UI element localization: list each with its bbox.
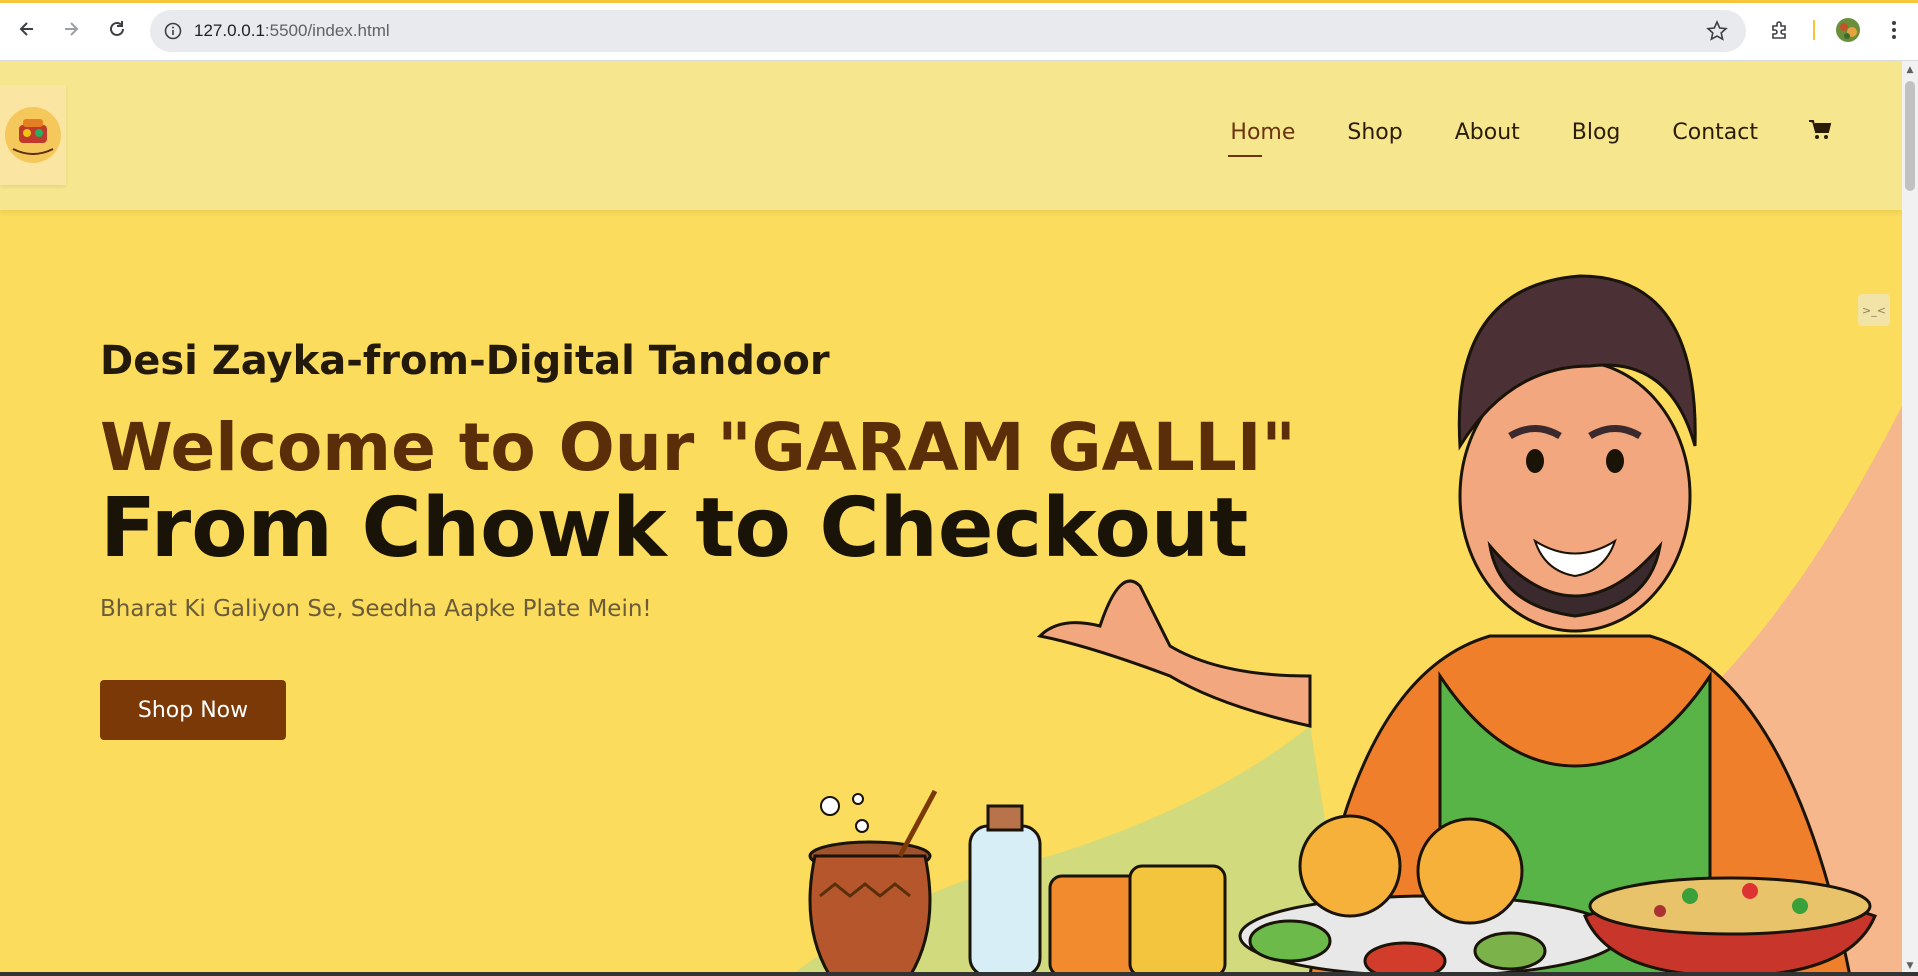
page-scrollbar[interactable]: ▲ ▼: [1902, 61, 1918, 976]
avatar[interactable]: [1832, 14, 1864, 46]
divider: [1811, 14, 1817, 46]
nav-home[interactable]: Home: [1228, 120, 1295, 157]
cart-icon[interactable]: [1808, 119, 1832, 145]
nav-blog[interactable]: Blog: [1572, 120, 1621, 145]
url-path: :5500/index.html: [264, 21, 390, 40]
arrow-right-icon[interactable]: [56, 14, 86, 44]
site-header: Home Shop About Blog Contact: [0, 61, 1902, 210]
star-icon[interactable]: [1706, 20, 1728, 46]
scroll-thumb[interactable]: [1905, 81, 1915, 191]
tab-strip-edge: [0, 0, 1918, 3]
hero-headline: From Chowk to Checkout: [100, 481, 1249, 576]
main-nav: Home Shop About Blog Contact: [1178, 119, 1832, 157]
arrow-left-icon[interactable]: [12, 14, 42, 44]
site-logo[interactable]: [0, 85, 66, 185]
nav-about[interactable]: About: [1455, 120, 1520, 145]
floating-widget[interactable]: >_<: [1858, 294, 1890, 326]
scroll-down-icon[interactable]: ▼: [1905, 961, 1915, 971]
scroll-up-icon[interactable]: ▲: [1905, 65, 1915, 75]
url-host: 127.0.0.1: [194, 21, 265, 40]
kebab-menu-icon[interactable]: [1880, 14, 1908, 46]
nav-shop[interactable]: Shop: [1347, 120, 1402, 145]
hero-welcome: Welcome to Our "GARAM GALLI": [100, 409, 1296, 486]
nav-contact[interactable]: Contact: [1672, 120, 1758, 145]
page-viewport: Home Shop About Blog Contact Desi Zayka-…: [0, 61, 1902, 976]
hero-subtitle: Desi Zayka-from-Digital Tandoor: [100, 338, 830, 384]
hero-illustration: [790, 274, 1902, 976]
reload-icon[interactable]: [102, 14, 132, 44]
bottom-edge: [0, 972, 1918, 976]
url-text: 127.0.0.1:5500/index.html: [194, 21, 390, 41]
browser-toolbar: 127.0.0.1:5500/index.html: [0, 0, 1918, 61]
hero-tagline: Bharat Ki Galiyon Se, Seedha Aapke Plate…: [100, 596, 652, 622]
shop-now-button[interactable]: Shop Now: [100, 680, 286, 740]
info-icon[interactable]: [162, 20, 184, 42]
puzzle-icon[interactable]: [1764, 14, 1796, 46]
address-bar[interactable]: 127.0.0.1:5500/index.html: [150, 10, 1746, 52]
